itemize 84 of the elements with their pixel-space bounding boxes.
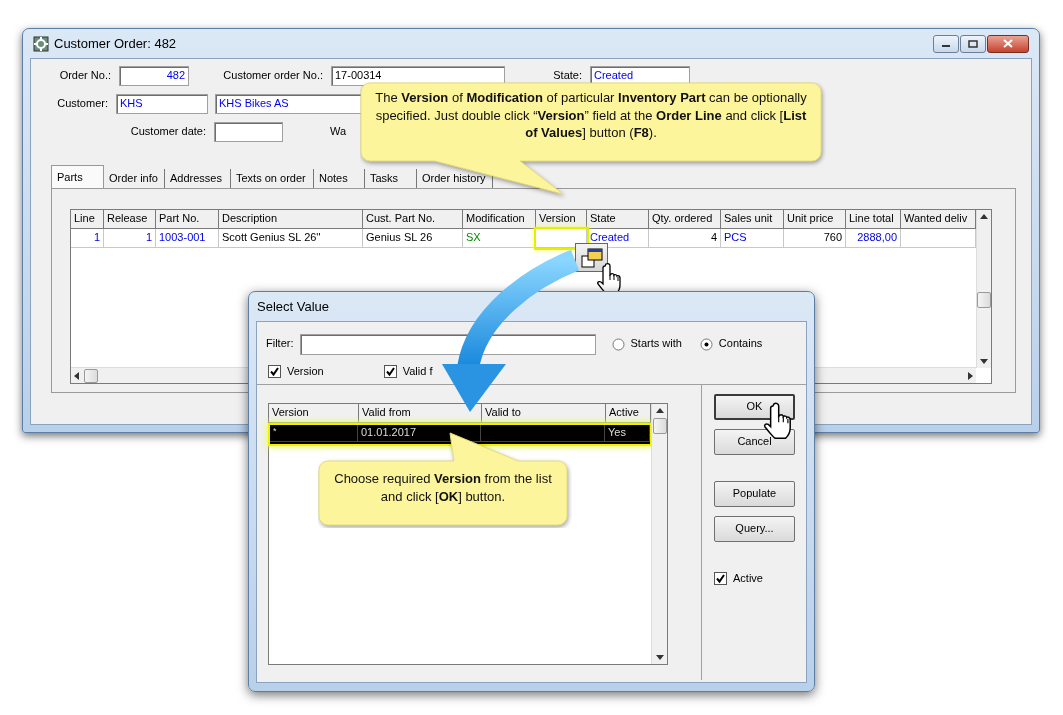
close-icon xyxy=(1003,39,1013,48)
tab[interactable]: Texts on order xyxy=(231,169,314,188)
checkbox[interactable] xyxy=(714,572,727,586)
cancel-button[interactable]: Cancel xyxy=(714,429,795,455)
field-label: Customer date: xyxy=(129,125,207,139)
scroll-down-icon[interactable] xyxy=(980,358,988,364)
vertical-scrollbar[interactable] xyxy=(651,404,667,664)
scroll-up-icon[interactable] xyxy=(655,408,664,414)
tab[interactable]: Order info xyxy=(104,169,165,188)
gear-icon xyxy=(33,35,49,52)
maximize-button[interactable] xyxy=(960,34,986,53)
text-field[interactable]: 482 xyxy=(119,66,189,86)
vertical-scrollbar[interactable] xyxy=(976,210,991,368)
field-label: Order No.: xyxy=(58,69,112,83)
text-field[interactable] xyxy=(214,122,283,142)
scroll-down-icon[interactable] xyxy=(655,654,664,660)
column-header[interactable]: Valid from xyxy=(359,404,482,423)
scroll-right-icon[interactable] xyxy=(967,371,973,380)
scroll-thumb[interactable] xyxy=(977,292,991,308)
list-row[interactable]: * 01.01.2017 Yes xyxy=(270,425,650,444)
table-cell: Yes xyxy=(605,425,650,442)
callout-text: Choose required Version from the list and click [OK] button. xyxy=(333,470,553,506)
checkbox[interactable] xyxy=(383,365,397,378)
minimize-button[interactable] xyxy=(933,34,959,53)
table-cell: PCS xyxy=(721,229,784,248)
radio-button[interactable] xyxy=(611,337,625,351)
checkbox-label: Valid f xyxy=(402,364,433,379)
close-button[interactable] xyxy=(987,34,1029,53)
list-of-values-button[interactable] xyxy=(575,243,608,272)
field-label: Customer order No.: xyxy=(222,69,324,83)
column-header[interactable]: Sales unit xyxy=(721,210,784,229)
column-header[interactable]: Unit price xyxy=(784,210,846,229)
maximize-icon xyxy=(968,39,978,48)
tab[interactable]: Addresses xyxy=(165,169,231,188)
column-header[interactable]: Release xyxy=(104,210,156,229)
radio-button[interactable] xyxy=(699,337,713,351)
filter-label: Filter: xyxy=(266,337,294,351)
column-header[interactable]: Part No. xyxy=(156,210,219,229)
option-label: Starts with xyxy=(630,337,682,351)
dialog-title: Select Value xyxy=(257,298,330,315)
column-header[interactable]: Wanted deliv xyxy=(901,210,976,229)
table-cell: Genius SL 26 xyxy=(363,229,463,248)
table-cell: 1003-001 xyxy=(156,229,219,248)
table-cell: 4 xyxy=(649,229,721,248)
text-field[interactable]: KHS xyxy=(116,94,208,114)
ok-button[interactable]: OK xyxy=(714,394,795,420)
table-cell: 1 xyxy=(71,229,104,248)
column-header[interactable]: Qty. ordered xyxy=(649,210,721,229)
column-header[interactable]: Cust. Part No. xyxy=(363,210,463,229)
scroll-left-icon[interactable] xyxy=(74,371,80,380)
column-header[interactable]: Modification xyxy=(463,210,536,229)
column-header[interactable]: Description xyxy=(219,210,363,229)
column-header[interactable]: Line total xyxy=(846,210,901,229)
table-cell: Scott Genius SL 26'' xyxy=(219,229,363,248)
table-cell: SX xyxy=(463,229,536,248)
checkbox-label: Active xyxy=(733,572,763,586)
table-cell: * xyxy=(270,425,358,442)
table-cell: 760 xyxy=(784,229,846,248)
tab[interactable]: Notes xyxy=(314,169,365,188)
table-cell: 1 xyxy=(104,229,156,248)
checkbox[interactable] xyxy=(268,365,281,378)
tab[interactable]: Tasks xyxy=(365,169,417,188)
tab[interactable]: Parts xyxy=(51,165,104,188)
window-title: Customer Order: 482 xyxy=(54,35,177,52)
option-label: Contains xyxy=(718,337,763,351)
column-header[interactable]: Active xyxy=(606,404,651,423)
field-label: Customer: xyxy=(56,97,109,111)
table-cell: 2888,00 xyxy=(846,229,901,248)
scroll-thumb[interactable] xyxy=(84,368,98,383)
column-header[interactable]: Version xyxy=(269,404,359,423)
column-header[interactable]: Valid to xyxy=(482,404,606,423)
column-header[interactable]: State xyxy=(587,210,649,229)
dialog-button[interactable]: Populate xyxy=(714,481,795,507)
callout-text: The Version of Modification of particular Inventory Part can be optionally specified. Just double click “Version” field at the Order Line and click [List of Values] button (F8). xyxy=(374,89,808,142)
scroll-up-icon[interactable] xyxy=(980,214,988,220)
checkbox-label: Version xyxy=(287,364,324,379)
dialog-button[interactable]: Query... xyxy=(714,516,795,542)
filter-field[interactable] xyxy=(299,333,596,355)
version-cell[interactable] xyxy=(536,229,587,248)
text-field[interactable]: KHS Bikes AS xyxy=(215,94,363,114)
field-label: State: xyxy=(552,69,583,83)
column-header[interactable]: Line xyxy=(71,210,104,229)
scroll-thumb[interactable] xyxy=(652,418,667,434)
field-label: Wa xyxy=(329,125,348,139)
